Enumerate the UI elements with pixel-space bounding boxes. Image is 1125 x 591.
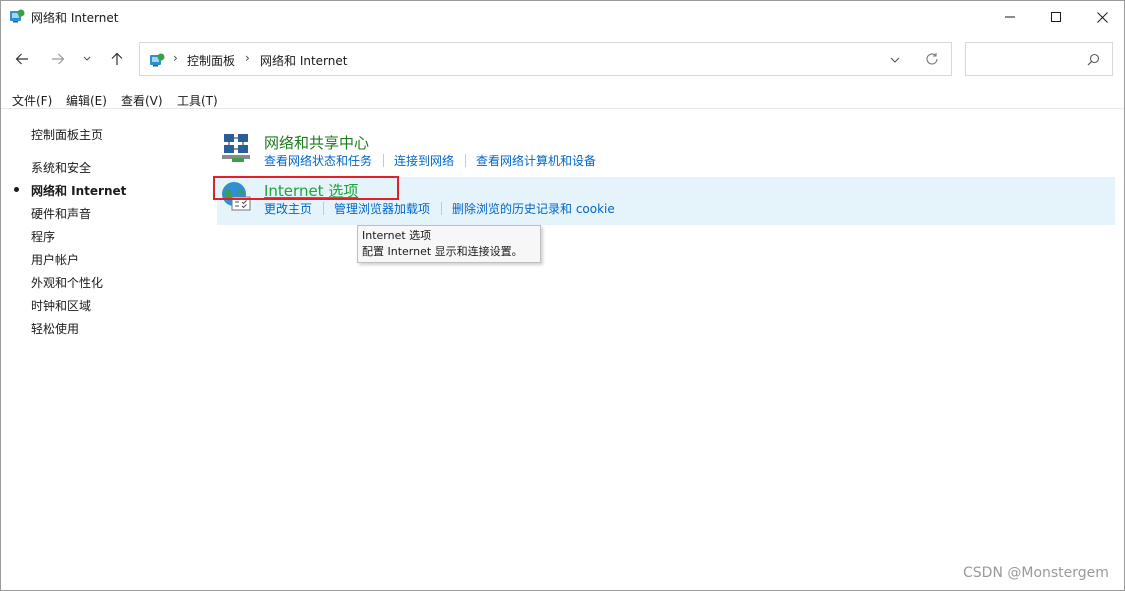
highlight-annotation-box [213,176,399,200]
task-delete-browsing-history[interactable]: 删除浏览的历史记录和 cookie [452,200,615,217]
network-folder-icon [9,8,25,24]
current-item-bullet-icon [14,187,19,192]
task-connect-to-network[interactable]: 连接到网络 [394,152,454,169]
category-network-sharing-center: 网络和共享中心 查看网络状态和任务 连接到网络 查看网络计算机和设备 [217,129,1115,177]
task-view-network-status[interactable]: 查看网络状态和任务 [264,152,372,169]
menu-tools[interactable]: 工具(T) [177,92,218,109]
sidebar-item-control-panel-home[interactable]: 控制面板主页 [31,126,103,143]
chevron-down-icon [890,57,900,63]
maximize-button[interactable] [1033,1,1079,33]
arrow-right-icon [52,53,65,65]
tooltip-description: 配置 Internet 显示和连接设置。 [362,245,523,258]
back-button[interactable] [10,46,34,72]
arrow-up-icon [111,52,123,65]
navigation-bar: › 控制面板 › 网络和 Internet [1,37,1124,81]
menu-view[interactable]: 查看(V) [121,92,163,109]
task-separator [383,154,384,167]
address-dropdown-button[interactable] [888,53,904,67]
task-change-homepage[interactable]: 更改主页 [264,200,312,217]
breadcrumb-chevron-icon[interactable]: › [245,51,250,65]
task-view-network-computers[interactable]: 查看网络计算机和设备 [476,152,596,169]
network-sharing-center-icon[interactable] [220,132,252,164]
maximize-icon [1051,12,1061,22]
minimize-button[interactable] [987,1,1033,33]
sidebar-item-user-accounts[interactable]: 用户帐户 [31,251,79,268]
network-folder-icon [149,52,165,68]
close-button[interactable] [1079,1,1125,33]
chevron-down-icon [83,56,91,61]
sidebar-item-appearance[interactable]: 外观和个性化 [31,274,103,291]
category-title-network-sharing-center[interactable]: 网络和共享中心 [264,132,369,153]
task-separator [323,202,324,215]
breadcrumb-network-internet[interactable]: 网络和 Internet [260,52,347,69]
refresh-icon [926,53,938,65]
search-icon[interactable] [1087,53,1101,67]
sidebar-item-programs[interactable]: 程序 [31,228,55,245]
arrow-left-icon [15,53,28,65]
address-bar[interactable]: › 控制面板 › 网络和 Internet [139,42,952,76]
task-separator [441,202,442,215]
search-input[interactable] [972,49,1082,69]
title-bar[interactable]: 网络和 Internet [1,1,1124,33]
menu-edit[interactable]: 编辑(E) [66,92,107,109]
sidebar-item-clock-region[interactable]: 时钟和区域 [31,297,91,314]
window-title: 网络和 Internet [31,11,119,25]
sidebar-item-ease-of-access[interactable]: 轻松使用 [31,320,79,337]
watermark: CSDN @Monstergem [963,565,1109,581]
recent-locations-button[interactable] [79,46,95,72]
close-icon [1096,11,1108,23]
breadcrumb-control-panel[interactable]: 控制面板 [187,52,235,69]
breadcrumb-chevron-icon[interactable]: › [173,51,178,65]
minimize-icon [1005,16,1015,18]
tooltip: Internet 选项 配置 Internet 显示和连接设置。 [357,225,541,263]
refresh-button[interactable] [925,52,941,68]
menu-file[interactable]: 文件(F) [12,92,52,109]
task-manage-add-ons[interactable]: 管理浏览器加载项 [334,200,430,217]
search-box[interactable] [965,42,1113,76]
menu-bar: 文件(F) 编辑(E) 查看(V) 工具(T) [1,89,1124,109]
forward-button[interactable] [46,46,70,72]
sidebar-item-system-security[interactable]: 系统和安全 [31,159,91,176]
sidebar-item-hardware-sound[interactable]: 硬件和声音 [31,205,91,222]
tooltip-title: Internet 选项 [362,229,432,242]
up-button[interactable] [105,46,129,72]
task-separator [465,154,466,167]
control-panel-window: 网络和 Internet › 控制面板 › 网络和 Internet 文件(F)… [0,0,1125,591]
sidebar-item-network-internet[interactable]: 网络和 Internet [31,182,126,199]
